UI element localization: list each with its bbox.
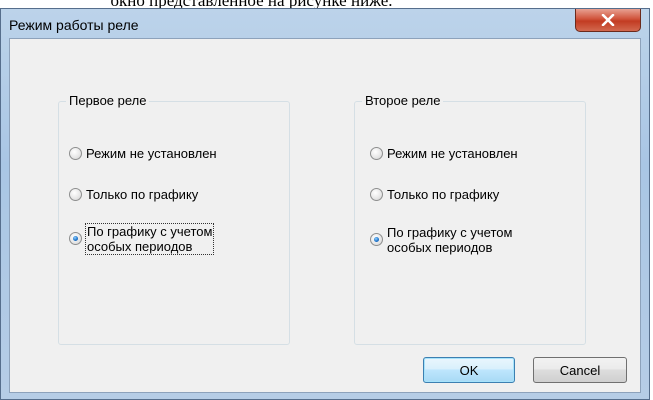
title-bar[interactable]: Режим работы реле [1, 9, 649, 39]
option-label: Режим не установлен [387, 146, 518, 161]
close-button[interactable] [575, 9, 641, 32]
first-relay-group-title: Первое реле [66, 93, 150, 109]
radio-button-circle[interactable] [370, 188, 383, 201]
option-label-line-2: особых периодов [387, 240, 493, 255]
dialog-client-area: Первое реле Режим не установлен Только п… [9, 38, 641, 393]
dialog-window: Режим работы реле Первое реле Режим не у… [0, 8, 650, 400]
close-icon [601, 14, 615, 26]
first-relay-option-not-set[interactable]: Режим не установлен [69, 146, 217, 161]
second-relay-group: Второе реле Режим не установлен Только п… [354, 93, 586, 345]
option-label: Только по графику [387, 187, 500, 202]
option-label: Только по графику [86, 187, 199, 202]
ok-button[interactable]: OK [423, 357, 515, 383]
first-relay-group: Первое реле Режим не установлен Только п… [58, 93, 290, 345]
radio-button-circle[interactable] [69, 188, 82, 201]
second-relay-option-schedule-special[interactable]: По графику с учетом особых периодов [370, 225, 512, 255]
dialog-title: Режим работы реле [9, 17, 139, 33]
second-relay-option-not-set[interactable]: Режим не установлен [370, 146, 518, 161]
option-label-line-2: особых периодов [87, 239, 193, 254]
radio-button-circle-selected[interactable] [69, 232, 82, 245]
option-label-line-1: По графику с учетом [87, 224, 213, 239]
first-relay-option-schedule-special[interactable]: По графику с учетом особых периодов [69, 223, 215, 255]
cancel-button[interactable]: Cancel [533, 357, 627, 383]
option-label: Режим не установлен [86, 146, 217, 161]
second-relay-option-schedule-only[interactable]: Только по графику [370, 187, 499, 202]
option-label-line-1: По графику с учетом [387, 225, 513, 240]
second-relay-group-title: Второе реле [362, 93, 444, 109]
radio-button-circle[interactable] [370, 147, 383, 160]
radio-button-circle-selected[interactable] [370, 233, 383, 246]
radio-button-circle[interactable] [69, 147, 82, 160]
option-label-focused: По графику с учетом особых периодов [84, 223, 215, 255]
first-relay-option-schedule-only[interactable]: Только по графику [69, 187, 198, 202]
option-label-two-line: По графику с учетом особых периодов [387, 225, 512, 255]
